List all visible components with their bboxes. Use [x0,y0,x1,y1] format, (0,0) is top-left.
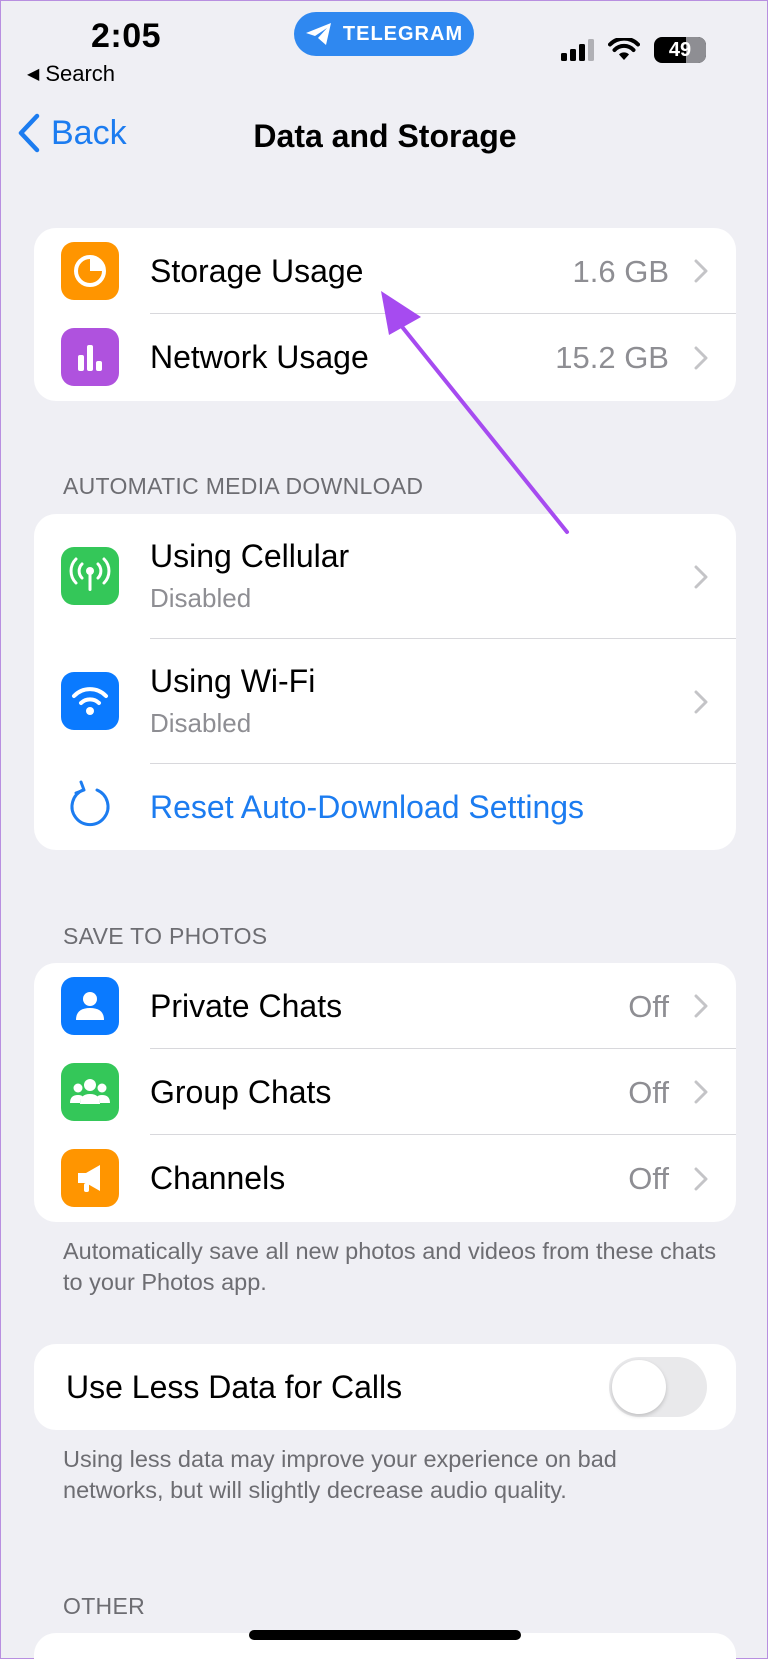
use-less-data-toggle[interactable] [609,1357,707,1417]
using-wifi-row[interactable]: Using Wi-Fi Disabled [34,639,736,764]
back-to-app-label: Search [45,61,116,86]
channels-row[interactable]: Channels Off [34,1135,736,1222]
storage-usage-row[interactable]: Storage Usage 1.6 GB [34,228,736,314]
group-chats-row[interactable]: Group Chats Off [34,1049,736,1135]
reset-auto-download-label: Reset Auto-Download Settings [150,789,585,825]
save-to-photos-card: Private Chats Off Group Chats Off Channe… [34,963,736,1222]
bar-chart-icon [61,328,119,386]
save-to-photos-header: SAVE TO PHOTOS [63,923,268,949]
back-triangle-icon: ◀ [27,66,40,83]
private-chats-label: Private Chats [150,988,343,1024]
chevron-right-icon [694,1080,708,1104]
group-chats-value: Off [628,1075,669,1110]
using-cellular-status: Disabled [150,583,252,613]
channels-value: Off [628,1161,669,1196]
use-less-data-label: Use Less Data for Calls [66,1369,403,1405]
using-cellular-label: Using Cellular [150,538,350,574]
other-header: OTHER [63,1593,145,1619]
storage-usage-label: Storage Usage [150,253,364,289]
calls-card: Use Less Data for Calls [34,1344,736,1430]
battery-level: 49 [668,38,692,61]
chevron-right-icon [694,259,708,283]
calls-footnote: Using less data may improve your experie… [63,1446,617,1503]
telegram-pill[interactable]: TELEGRAM [294,12,474,56]
channels-label: Channels [150,1160,286,1196]
status-icons: 49 [561,37,706,63]
reset-arrow-icon [70,780,110,827]
person-icon [61,977,119,1035]
reset-auto-download-row[interactable]: Reset Auto-Download Settings [34,764,736,850]
using-cellular-row[interactable]: Using Cellular Disabled [34,514,736,639]
home-indicator [249,1630,521,1640]
private-chats-row[interactable]: Private Chats Off [34,963,736,1049]
megaphone-icon [61,1149,119,1207]
antenna-icon [61,547,119,605]
using-wifi-status: Disabled [150,708,252,738]
wifi-icon [61,672,119,730]
private-chats-value: Off [628,989,669,1024]
battery-icon: 49 [654,37,706,63]
status-time: 2:05 [91,17,162,55]
usage-card: Storage Usage 1.6 GB Network Usage 15.2 … [34,228,736,401]
group-icon [61,1063,119,1121]
toggle-knob [612,1360,666,1414]
auto-download-card: Using Cellular Disabled Using Wi-Fi Disa… [34,514,736,850]
telegram-pill-label: TELEGRAM [342,22,464,45]
save-to-photos-footnote: Automatically save all new photos and vi… [63,1238,717,1295]
using-wifi-label: Using Wi-Fi [150,663,316,699]
cellular-signal-icon [561,39,594,61]
chevron-right-icon [694,565,708,588]
telegram-plane-icon [305,23,331,45]
chevron-right-icon [694,346,708,369]
page-title: Data and Storage [253,118,517,154]
network-usage-label: Network Usage [150,339,369,375]
storage-usage-value: 1.6 GB [572,254,670,289]
auto-download-header: AUTOMATIC MEDIA DOWNLOAD [63,473,424,499]
network-usage-value: 15.2 GB [555,340,669,375]
group-chats-label: Group Chats [150,1074,332,1110]
wifi-icon [608,38,640,60]
chevron-right-icon [694,994,708,1018]
chevron-right-icon [694,690,708,713]
use-less-data-row: Use Less Data for Calls [34,1344,736,1430]
pie-chart-icon [61,242,119,300]
back-to-app-link[interactable]: ◀ Search [27,61,115,87]
chevron-right-icon [694,1167,708,1190]
network-usage-row[interactable]: Network Usage 15.2 GB [34,314,736,401]
